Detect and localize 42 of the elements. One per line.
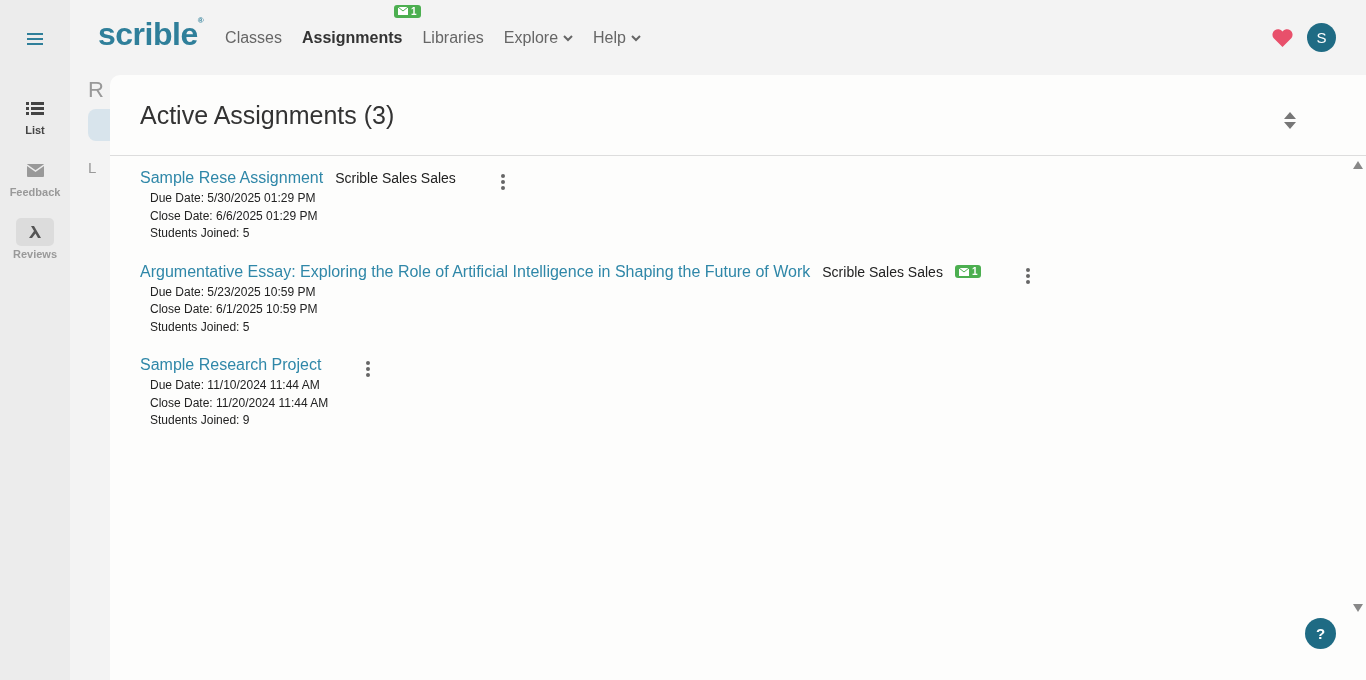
nav-link[interactable]: Assignments: [302, 28, 403, 47]
scroll-up-icon[interactable]: [1353, 161, 1363, 169]
lambda-icon[interactable]: [28, 225, 42, 239]
chevron-down-icon[interactable]: [563, 35, 574, 42]
nav-link[interactable]: Libraries: [422, 28, 484, 47]
background-text: L: [88, 159, 98, 176]
help-button[interactable]: ?: [1305, 618, 1336, 649]
menu-icon[interactable]: [27, 32, 43, 46]
due-date: Due Date: 5/23/2025 10:59 PM: [149, 283, 317, 301]
due-date: Due Date: 5/30/2025 01:29 PM: [149, 190, 317, 207]
students-joined: Students Joined: 5: [149, 318, 251, 336]
close-date: Close Date: 6/6/2025 01:29 PM: [149, 207, 319, 225]
owner-name: Scrible Sales Sales: [822, 263, 943, 280]
sort-icon[interactable]: [1284, 112, 1296, 130]
owner-name: Scrible Sales Sales: [335, 170, 456, 186]
background-heading: R: [88, 77, 105, 103]
assignment-link[interactable]: Sample Research Project: [140, 356, 322, 374]
nav-link[interactable]: Help: [593, 28, 641, 47]
sidebar-label[interactable]: List: [25, 124, 45, 136]
nav-link[interactable]: Classes: [225, 28, 282, 47]
due-date: Due Date: 11/10/2024 11:44 AM: [149, 377, 321, 394]
message-badge: 1: [954, 265, 982, 278]
sidebar-button[interactable]: [16, 218, 54, 246]
students-joined: Students Joined: 5: [149, 225, 251, 242]
assignment-link[interactable]: Sample Rese Assignment: [140, 169, 324, 187]
scroll-down-icon[interactable]: [1353, 604, 1363, 612]
page-title: Active Assignments (3): [140, 100, 395, 130]
students-joined: Students Joined: 9: [149, 412, 251, 429]
list-icon[interactable]: [26, 100, 44, 116]
close-date: Close Date: 11/20/2024 11:44 AM: [149, 394, 330, 412]
heart-icon[interactable]: [1272, 28, 1293, 47]
close-date: Close Date: 6/1/2025 10:59 PM: [149, 301, 319, 318]
chevron-down-icon[interactable]: [630, 35, 641, 42]
background-pill: [88, 109, 110, 141]
message-badge: 1: [394, 4, 421, 18]
logo[interactable]: scrible$^{®}$: [98, 16, 204, 53]
user-avatar[interactable]: S: [1307, 23, 1336, 52]
more-icon[interactable]: [1026, 267, 1031, 284]
more-icon[interactable]: [500, 174, 505, 190]
more-icon[interactable]: [366, 361, 371, 377]
nav-link[interactable]: Explore: [503, 28, 574, 47]
assignment-link[interactable]: Argumentative Essay: Exploring the Role of Artificial Intelligence in Shaping the Future of Work: [140, 262, 811, 281]
